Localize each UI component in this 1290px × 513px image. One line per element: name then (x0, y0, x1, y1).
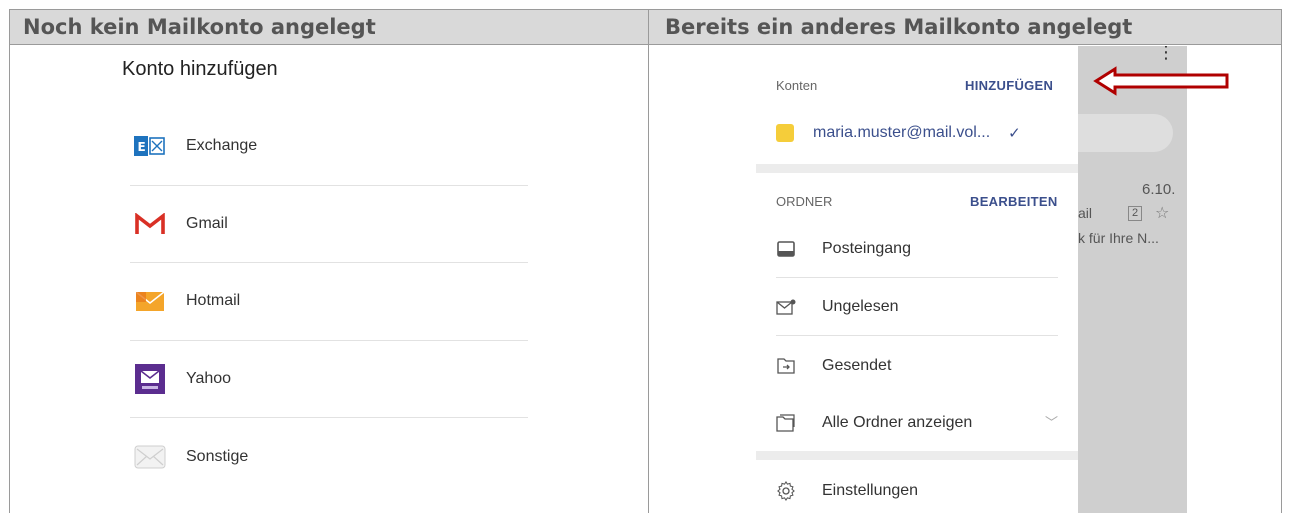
provider-yahoo[interactable]: Yahoo (130, 341, 528, 418)
mail-preview-fragment: k für Ihre N... (1078, 230, 1159, 246)
edit-folders-button[interactable]: BEARBEITEN (970, 194, 1058, 209)
provider-gmail[interactable]: Gmail (130, 186, 528, 263)
inbox-icon (776, 239, 796, 259)
right-header: Bereits ein anderes Mailkonto angelegt (649, 10, 1281, 45)
account-email: maria.muster@mail.vol... (813, 124, 991, 141)
chevron-down-icon[interactable]: ﹀ (1045, 412, 1058, 431)
provider-label: Exchange (186, 137, 258, 155)
search-bar (1078, 114, 1173, 152)
navigation-drawer: Konten HINZUFÜGEN maria.muster@mail.vol.… (756, 46, 1078, 513)
provider-label: Gmail (186, 214, 228, 232)
comparison-frame: Noch kein Mailkonto angelegt Bereits ein… (9, 9, 1282, 513)
check-icon: ✓ (1008, 125, 1021, 142)
provider-label: Sonstige (186, 447, 249, 465)
folder-all[interactable]: Alle Ordner anzeigen ﹀ (776, 394, 1058, 451)
unread-mail-icon (776, 297, 796, 317)
folder-sent[interactable]: Gesendet (776, 337, 1058, 394)
dimmed-inbox-background: 6.10. ail 2 ☆ k für Ihre N... (1078, 46, 1187, 513)
sent-icon (776, 356, 796, 376)
folders-icon (776, 413, 796, 433)
mail-envelope-icon (134, 441, 166, 473)
add-account-screen: Konto hinzufügen E Exchange Gmail Hotmai… (10, 46, 648, 513)
folder-label: Posteingang (822, 240, 911, 257)
hotmail-icon (134, 285, 166, 317)
folders-section-label: ORDNER (776, 194, 833, 209)
settings-item[interactable]: Einstellungen (776, 462, 1058, 513)
svg-text:E: E (138, 140, 146, 154)
folder-label: Ungelesen (822, 298, 899, 315)
provider-hotmail[interactable]: Hotmail (130, 263, 528, 341)
gear-icon (776, 480, 796, 501)
yahoo-icon (134, 363, 166, 395)
red-arrow-annotation (1093, 66, 1229, 96)
folder-inbox[interactable]: Posteingang (776, 221, 1058, 278)
provider-other[interactable]: Sonstige (130, 418, 528, 496)
more-options-icon[interactable]: ⋮ (1157, 46, 1175, 63)
section-divider (756, 451, 1078, 460)
provider-label: Hotmail (186, 292, 241, 310)
provider-label: Yahoo (186, 369, 232, 387)
folder-label: Alle Ordner anzeigen (822, 413, 973, 431)
settings-label: Einstellungen (822, 481, 919, 499)
account-color-icon (776, 124, 794, 142)
mail-drawer-screen: 6.10. ail 2 ☆ k für Ihre N... ⋮ Konten H… (649, 46, 1281, 513)
exchange-icon: E (134, 130, 166, 162)
section-divider (756, 164, 1078, 173)
star-icon[interactable]: ☆ (1155, 203, 1169, 223)
account-row[interactable]: maria.muster@mail.vol... ✓ (776, 124, 1021, 142)
thread-count-badge: 2 (1128, 206, 1143, 221)
folder-unread[interactable]: Ungelesen (776, 279, 1058, 336)
left-header: Noch kein Mailkonto angelegt (10, 10, 648, 45)
add-account-button[interactable]: HINZUFÜGEN (965, 78, 1053, 93)
gmail-icon (134, 208, 166, 240)
provider-exchange[interactable]: E Exchange (130, 108, 528, 186)
accounts-section-label: Konten (776, 78, 818, 93)
account-provider-list: E Exchange Gmail Hotmail Yahoo Sonstige (130, 108, 528, 496)
folder-label: Gesendet (822, 356, 892, 374)
mail-sender-fragment: ail (1078, 205, 1093, 221)
page-title: Konto hinzufügen (122, 58, 278, 80)
mail-date: 6.10. (1142, 181, 1176, 198)
